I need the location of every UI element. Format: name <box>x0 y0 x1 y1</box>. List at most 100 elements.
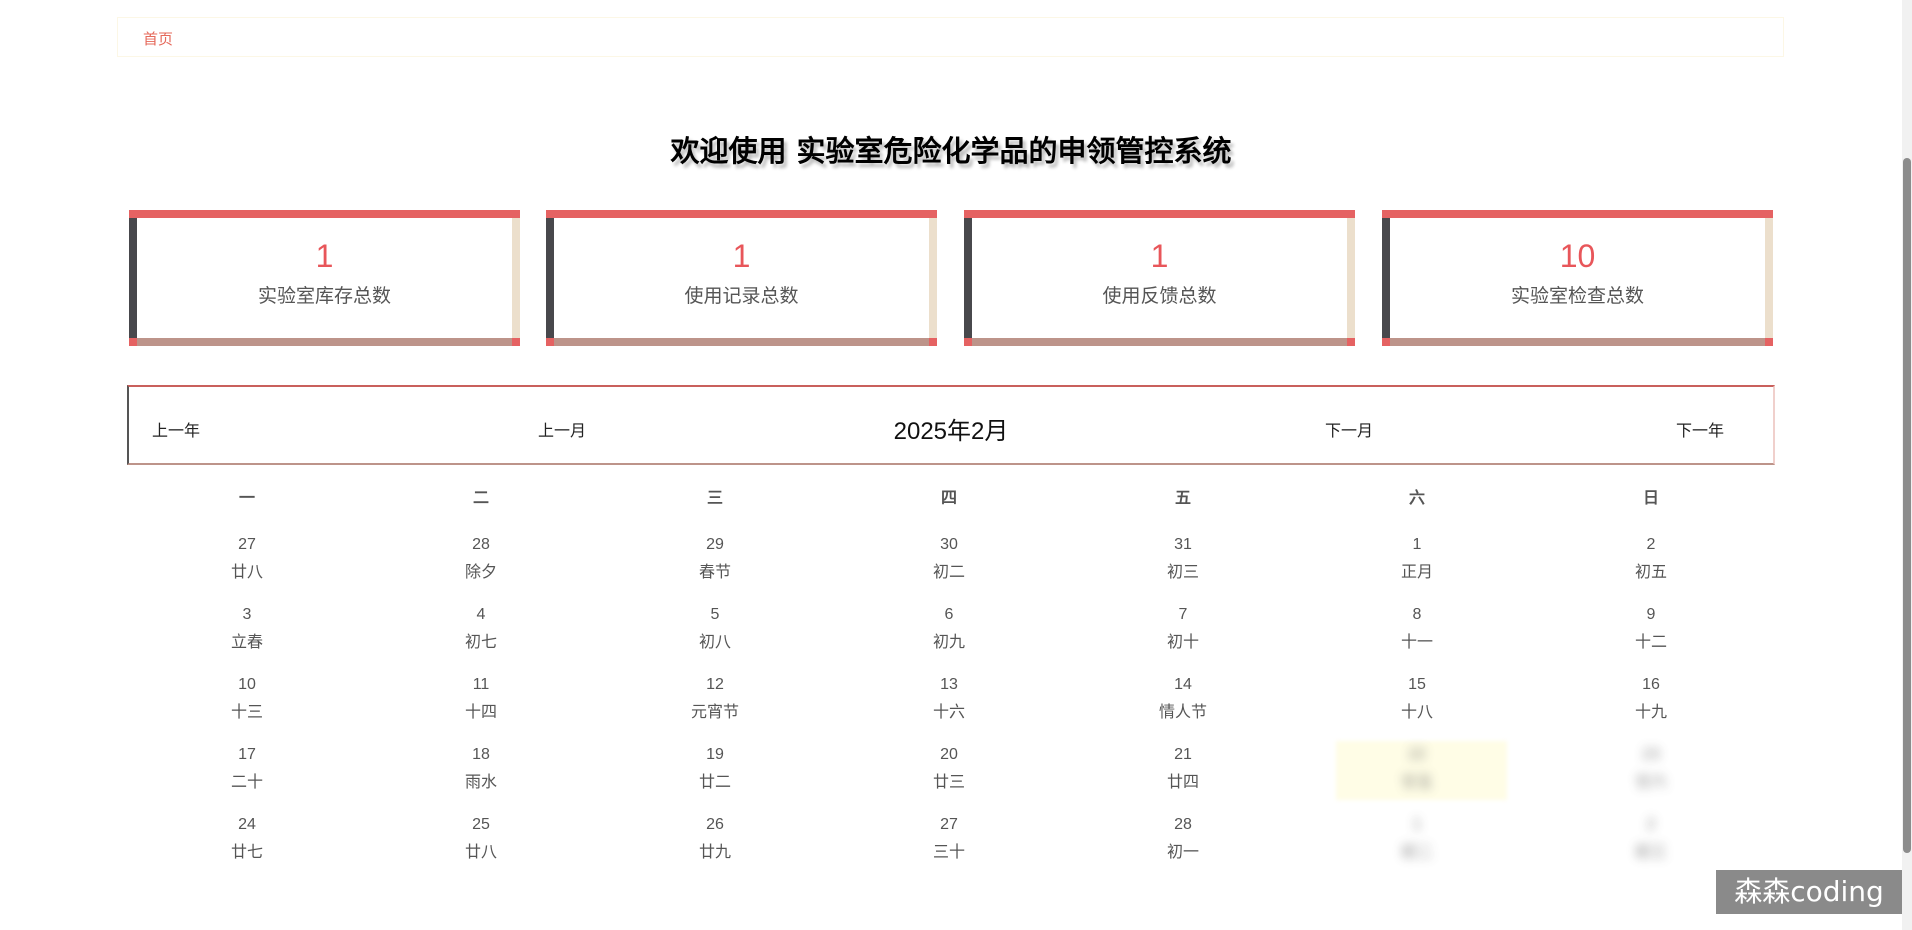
calendar-day[interactable]: 25 廿八 <box>364 816 598 878</box>
stat-card: 1 使用记录总数 <box>546 210 937 346</box>
calendar-day[interactable]: 27 廿八 <box>130 536 364 598</box>
lunar-date: 廿八 <box>464 842 497 861</box>
calendar-day[interactable]: 8 十一 <box>1300 606 1534 668</box>
lunar-date: 立春 <box>230 632 263 651</box>
calendar-day[interactable]: 1 正月 <box>1300 536 1534 598</box>
calendar-day[interactable]: 11 十四 <box>364 676 598 738</box>
next-month-button[interactable]: 下一月 <box>1325 417 1373 441</box>
calendar-day[interactable]: 22 廿五 <box>1300 746 1534 808</box>
lunar-date: 初二 <box>932 562 965 581</box>
weekday-header: 五 <box>1174 488 1191 507</box>
card-bottom-border <box>554 338 929 346</box>
calendar-day[interactable]: 20 廿三 <box>832 746 1066 808</box>
scrollbar[interactable] <box>1902 0 1912 930</box>
calendar-day[interactable]: 2 初五 <box>1534 536 1768 598</box>
day-number: 12 <box>706 676 724 693</box>
lunar-date: 十九 <box>1634 702 1667 721</box>
lunar-date: 初五 <box>1634 562 1667 581</box>
day-number: 15 <box>1408 676 1426 693</box>
day-number: 27 <box>940 816 958 833</box>
day-number: 11 <box>472 676 490 693</box>
weekday-header: 四 <box>940 488 957 507</box>
calendar-day[interactable]: 14 情人节 <box>1066 676 1300 738</box>
lunar-date: 二十 <box>230 772 263 791</box>
card-right-border <box>1347 218 1355 338</box>
scrollbar-thumb[interactable] <box>1903 158 1911 853</box>
card-right-border <box>1765 218 1773 338</box>
card-bottom-border <box>137 338 512 346</box>
lunar-date: 情人节 <box>1158 702 1207 721</box>
day-number: 22 <box>1408 746 1426 763</box>
day-number: 24 <box>238 816 256 833</box>
calendar-day[interactable]: 2 初三 <box>1534 816 1768 878</box>
calendar-day[interactable]: 19 廿二 <box>598 746 832 808</box>
day-number: 21 <box>1174 746 1192 763</box>
calendar-day[interactable]: 16 十九 <box>1534 676 1768 738</box>
lunar-date: 十四 <box>464 702 497 721</box>
day-number: 30 <box>940 536 958 553</box>
day-number: 25 <box>472 816 490 833</box>
calendar-title: 2025年2月 <box>893 418 1009 445</box>
breadcrumb-home-link[interactable]: 首页 <box>143 28 173 49</box>
lunar-date: 十一 <box>1400 632 1433 651</box>
day-number: 1 <box>1412 816 1422 833</box>
calendar-day[interactable]: 24 廿七 <box>130 816 364 878</box>
lunar-date: 初八 <box>698 632 731 651</box>
lunar-date: 廿二 <box>698 772 731 791</box>
lunar-date: 初一 <box>1166 842 1199 861</box>
lunar-date: 廿五 <box>1400 772 1433 791</box>
weekday-header: 六 <box>1408 488 1425 507</box>
lunar-date: 雨水 <box>464 772 497 791</box>
weekday-header: 一 <box>238 488 255 507</box>
calendar-day[interactable]: 26 廿九 <box>598 816 832 878</box>
calendar-day[interactable]: 27 三十 <box>832 816 1066 878</box>
calendar-day[interactable]: 10 十三 <box>130 676 364 738</box>
calendar-day[interactable]: 28 初一 <box>1066 816 1300 878</box>
lunar-date: 元宵节 <box>690 702 739 721</box>
day-number: 16 <box>1642 676 1660 693</box>
calendar-day[interactable]: 29 春节 <box>598 536 832 598</box>
watermark: 森森coding <box>1716 870 1902 914</box>
lunar-date: 廿四 <box>1166 772 1199 791</box>
calendar-day[interactable]: 21 廿四 <box>1066 746 1300 808</box>
lunar-date: 初三 <box>1634 842 1667 861</box>
calendar-day[interactable]: 7 初十 <box>1066 606 1300 668</box>
calendar-day[interactable]: 13 十六 <box>832 676 1066 738</box>
calendar-day[interactable]: 18 雨水 <box>364 746 598 808</box>
day-number: 8 <box>1412 606 1422 623</box>
calendar-day[interactable]: 5 初八 <box>598 606 832 668</box>
calendar-day[interactable]: 1 初二 <box>1300 816 1534 878</box>
day-number: 1 <box>1412 536 1422 553</box>
lunar-date: 春节 <box>698 562 731 581</box>
weekday-header: 日 <box>1642 488 1659 507</box>
lunar-date: 十二 <box>1634 632 1667 651</box>
calendar-day[interactable]: 4 初七 <box>364 606 598 668</box>
calendar-day[interactable]: 28 除夕 <box>364 536 598 598</box>
day-number: 17 <box>238 746 256 763</box>
calendar-day[interactable]: 6 初九 <box>832 606 1066 668</box>
day-number: 27 <box>238 536 256 553</box>
calendar-day[interactable]: 30 初二 <box>832 536 1066 598</box>
day-number: 2 <box>1646 816 1656 833</box>
calendar-day[interactable]: 15 十八 <box>1300 676 1534 738</box>
day-number: 31 <box>1174 536 1192 553</box>
day-number: 13 <box>940 676 958 693</box>
card-left-border <box>546 218 554 338</box>
calendar-day[interactable]: 12 元宵节 <box>598 676 832 738</box>
page-title: 欢迎使用 实验室危险化学品的申领管控系统 <box>670 134 1232 168</box>
card-right-border <box>512 218 520 338</box>
card-left-border <box>964 218 972 338</box>
day-number: 26 <box>706 816 724 833</box>
calendar-day[interactable]: 3 立春 <box>130 606 364 668</box>
calendar-day[interactable]: 31 初三 <box>1066 536 1300 598</box>
weekday-header: 二 <box>472 488 489 507</box>
calendar-day[interactable]: 23 廿六 <box>1534 746 1768 808</box>
day-number: 2 <box>1646 536 1656 553</box>
calendar-day[interactable]: 9 十二 <box>1534 606 1768 668</box>
calendar-day[interactable]: 17 二十 <box>130 746 364 808</box>
weekday-header: 三 <box>706 488 723 507</box>
day-number: 14 <box>1174 676 1192 693</box>
day-number: 3 <box>242 606 252 623</box>
stat-label: 实验室检查总数 <box>1510 285 1644 307</box>
next-year-button[interactable]: 下一年 <box>1676 417 1724 441</box>
